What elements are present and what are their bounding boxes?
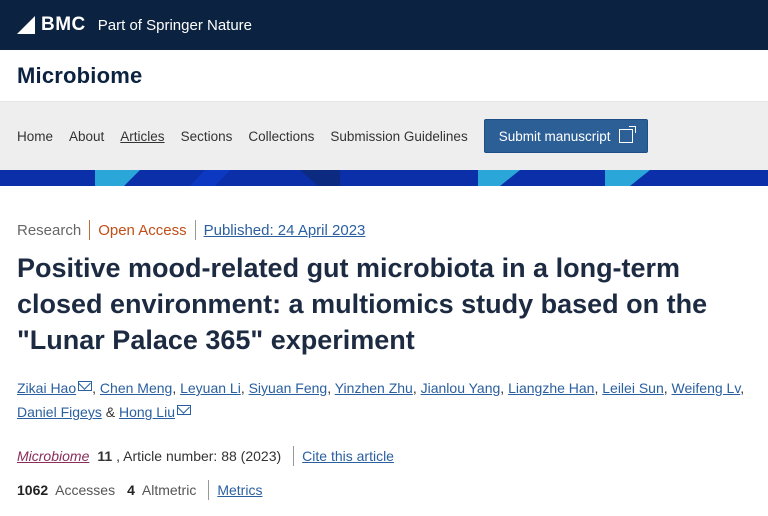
divider: [194, 220, 196, 240]
nav-home[interactable]: Home: [17, 129, 53, 144]
nav-sections[interactable]: Sections: [181, 129, 233, 144]
submit-manuscript-label: Submit manuscript: [498, 128, 611, 144]
mail-icon[interactable]: [177, 405, 191, 415]
submit-manuscript-button[interactable]: Submit manuscript: [483, 119, 648, 153]
divider: [208, 480, 210, 500]
accesses-count: 1062: [17, 482, 49, 498]
nav-about[interactable]: About: [69, 129, 104, 144]
nav-collections[interactable]: Collections: [248, 129, 314, 144]
band-shape-5: [190, 170, 230, 186]
author-link[interactable]: Weifeng Lv: [672, 380, 741, 396]
author-link[interactable]: Daniel Figeys: [17, 404, 102, 420]
article-meta: Research Open Access Published: 24 April…: [17, 220, 751, 240]
author-link[interactable]: Siyuan Feng: [249, 380, 328, 396]
main-nav: Home About Articles Sections Collections…: [0, 102, 768, 170]
brand-name: BMC: [41, 14, 86, 35]
bmc-logo[interactable]: BMC: [17, 14, 86, 36]
nav-submission-guidelines[interactable]: Submission Guidelines: [330, 129, 467, 144]
mail-icon[interactable]: [78, 381, 93, 391]
accesses-label: Accesses: [55, 482, 116, 498]
cite-this-article-link[interactable]: Cite this article: [302, 448, 394, 464]
author-link[interactable]: Yinzhen Zhu: [335, 380, 413, 396]
open-access-label: Open Access: [98, 221, 187, 239]
metrics-line: 1062 Accesses 4 Altmetric Metrics: [17, 480, 751, 500]
article-header: Research Open Access Published: 24 April…: [0, 220, 768, 500]
journal-title[interactable]: Microbiome: [17, 63, 142, 89]
external-link-icon: [618, 126, 636, 143]
citation-line: Microbiome 11 , Article number: 88 (2023…: [17, 446, 751, 466]
springer-nature-link[interactable]: Part of Springer Nature: [98, 17, 252, 34]
divider: [89, 220, 91, 240]
altmetric-count: 4: [127, 482, 135, 498]
band-shape-4: [605, 170, 650, 186]
author-link[interactable]: Hong Liu: [119, 404, 175, 420]
band-shape-2: [300, 170, 340, 186]
bmc-logo-icon: [17, 16, 35, 34]
article-title: Positive mood-related gut microbiota in …: [17, 253, 708, 355]
top-header-bar: BMC Part of Springer Nature: [0, 0, 768, 50]
altmetric-label: Altmetric: [141, 482, 197, 498]
author-link[interactable]: Liangzhe Han: [508, 380, 594, 396]
author-link[interactable]: Chen Meng: [100, 380, 172, 396]
author-list: Zikai Hao, Chen Meng, Leyuan Li, Siyuan …: [17, 380, 745, 420]
decorative-band: [0, 170, 768, 186]
article-type: Research: [17, 221, 82, 239]
journal-bar: Microbiome: [0, 50, 768, 102]
band-pattern: [95, 170, 650, 186]
metrics-link[interactable]: Metrics: [217, 482, 262, 498]
author-link[interactable]: Jianlou Yang: [421, 380, 501, 396]
band-shape-3: [478, 170, 520, 186]
published-date-link[interactable]: Published: 24 April 2023: [204, 222, 366, 239]
author-link[interactable]: Leilei Sun: [602, 380, 664, 396]
journal-link[interactable]: Microbiome: [17, 448, 89, 464]
band-shape-1: [95, 170, 140, 186]
volume: 11: [97, 448, 113, 464]
ampersand: &: [105, 404, 116, 420]
article-number: , Article number: 88 (2023): [116, 448, 282, 464]
divider: [293, 446, 295, 466]
author-link[interactable]: Leyuan Li: [180, 380, 241, 396]
nav-articles[interactable]: Articles: [120, 129, 164, 144]
author-link[interactable]: Zikai Hao: [17, 380, 76, 396]
